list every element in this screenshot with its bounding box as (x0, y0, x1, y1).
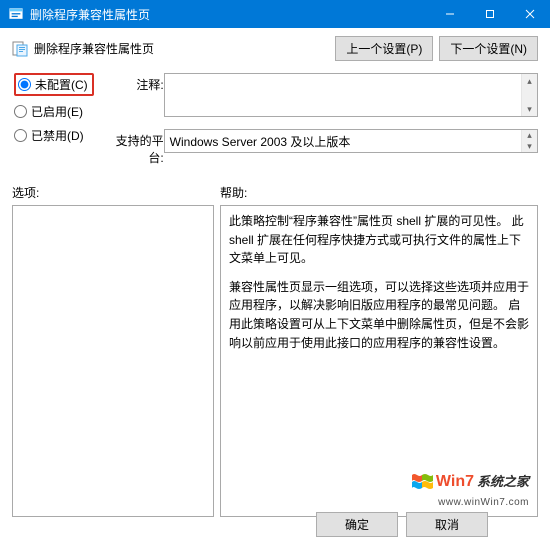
watermark: Win7系统之家 www.winWin7.com (411, 470, 529, 510)
windows-flag-icon (411, 473, 433, 491)
help-label: 帮助: (220, 184, 247, 201)
options-label: 选项: (12, 184, 220, 201)
maximize-button[interactable] (470, 0, 510, 28)
watermark-text-1: Win7 (436, 470, 474, 495)
platform-label: 支持的平台: (106, 129, 164, 166)
comment-textbox[interactable]: ▴ ▾ (164, 73, 538, 117)
highlight-box: 未配置(C) (14, 73, 94, 96)
help-panel: 此策略控制“程序兼容性”属性页 shell 扩展的可见性。 此 shell 扩展… (220, 205, 538, 517)
scroll-up-icon[interactable]: ▴ (522, 130, 538, 141)
minimize-button[interactable] (430, 0, 470, 28)
window-title: 删除程序兼容性属性页 (30, 6, 430, 23)
policy-icon (12, 41, 28, 57)
radio-disabled-label: 已禁用(D) (31, 127, 84, 144)
help-para-2: 兼容性属性页显示一组选项，可以选择这些选项并应用于应用程序，以解决影响旧版应用程… (229, 278, 529, 352)
radio-enabled[interactable]: 已启用(E) (14, 103, 94, 120)
scroll-up-icon[interactable]: ▴ (522, 74, 538, 88)
scroll-down-icon[interactable]: ▾ (522, 141, 538, 152)
radio-not-configured-input[interactable] (18, 78, 31, 91)
radio-disabled-input[interactable] (14, 129, 27, 142)
comment-label: 注释: (106, 73, 164, 93)
watermark-text-2: 系统之家 (477, 472, 529, 492)
previous-setting-button[interactable]: 上一个设置(P) (335, 36, 433, 61)
help-para-1: 此策略控制“程序兼容性”属性页 shell 扩展的可见性。 此 shell 扩展… (229, 212, 529, 268)
watermark-url: www.winWin7.com (438, 495, 529, 511)
platform-scrollbar[interactable]: ▴ ▾ (521, 130, 537, 152)
radio-not-configured[interactable]: 未配置(C) (18, 76, 88, 93)
close-button[interactable] (510, 0, 550, 28)
radio-enabled-label: 已启用(E) (31, 103, 83, 120)
platform-textbox: Windows Server 2003 及以上版本 ▴ ▾ (164, 129, 538, 153)
policy-title: 删除程序兼容性属性页 (34, 40, 335, 57)
cancel-button[interactable]: 取消 (406, 512, 488, 537)
dialog-footer: 确定 取消 (316, 509, 488, 539)
radio-enabled-input[interactable] (14, 105, 27, 118)
scroll-down-icon[interactable]: ▾ (522, 102, 538, 116)
titlebar: 删除程序兼容性属性页 (0, 0, 550, 28)
dialog-body: 删除程序兼容性属性页 上一个设置(P) 下一个设置(N) 未配置(C) 已启用(… (0, 28, 550, 527)
platform-value: Windows Server 2003 及以上版本 (170, 133, 351, 150)
options-panel (12, 205, 214, 517)
radio-disabled[interactable]: 已禁用(D) (14, 127, 94, 144)
app-icon (8, 6, 24, 22)
ok-button[interactable]: 确定 (316, 512, 398, 537)
radio-not-configured-label: 未配置(C) (35, 76, 88, 93)
next-setting-button[interactable]: 下一个设置(N) (439, 36, 538, 61)
comment-scrollbar[interactable]: ▴ ▾ (521, 74, 537, 116)
config-radio-group: 未配置(C) 已启用(E) 已禁用(D) (12, 73, 94, 166)
